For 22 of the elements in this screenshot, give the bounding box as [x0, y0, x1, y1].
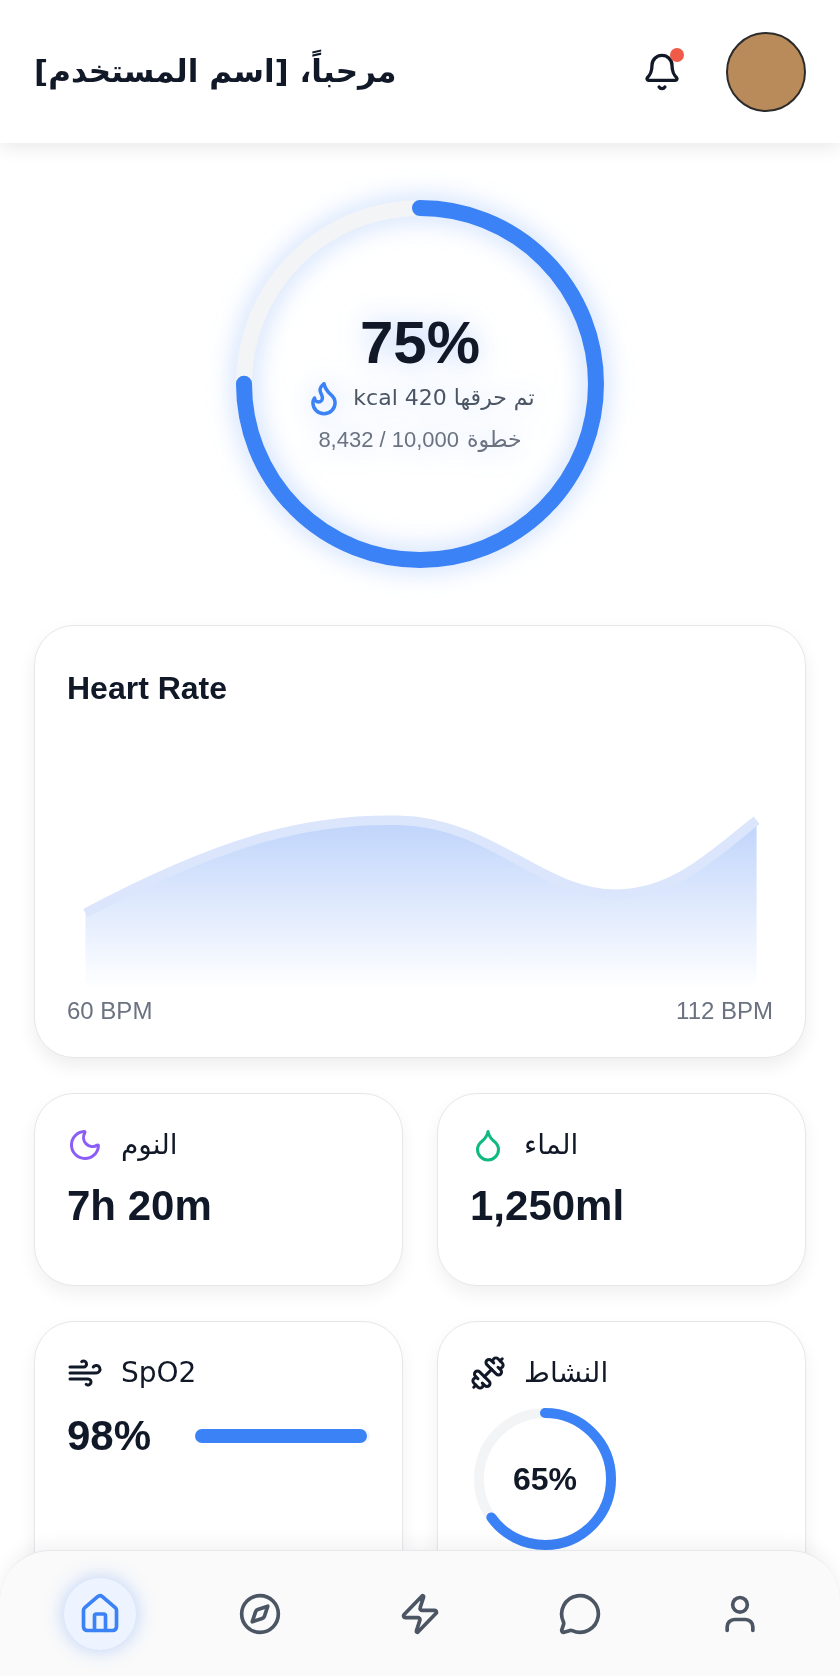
metric-label: النوم — [121, 1127, 178, 1163]
steps-label: خطوة — [467, 425, 522, 454]
metric-label: الماء — [524, 1127, 579, 1163]
metric-value: 65% — [512, 1460, 577, 1499]
greeting-title: مرحباً، [اسم المستخدم] — [34, 48, 397, 95]
card-title: Heart Rate — [67, 669, 229, 708]
bell-icon — [642, 51, 682, 92]
nav-tab[interactable] — [64, 1577, 136, 1650]
metric-label: SpO2 — [121, 1355, 197, 1391]
max-bpm-label: 112 BPM — [676, 996, 773, 1026]
min-bpm-label: 60 BPM — [67, 996, 153, 1026]
metric-value: 98% — [67, 1411, 152, 1461]
moon-icon — [67, 1127, 103, 1163]
metric-value: 7h 20m — [67, 1181, 213, 1231]
dumbbell-icon — [470, 1355, 506, 1391]
steps-count: 8,432 / 10,000 — [318, 425, 460, 454]
compass-icon — [238, 1591, 282, 1636]
metric-value: 1,250ml — [470, 1181, 626, 1231]
goal-percent: 75% — [359, 312, 481, 373]
metric-label: النشاط — [524, 1355, 609, 1391]
calories-text: تم حرقها 420 kcal — [353, 384, 535, 413]
chat-icon — [558, 1591, 602, 1636]
